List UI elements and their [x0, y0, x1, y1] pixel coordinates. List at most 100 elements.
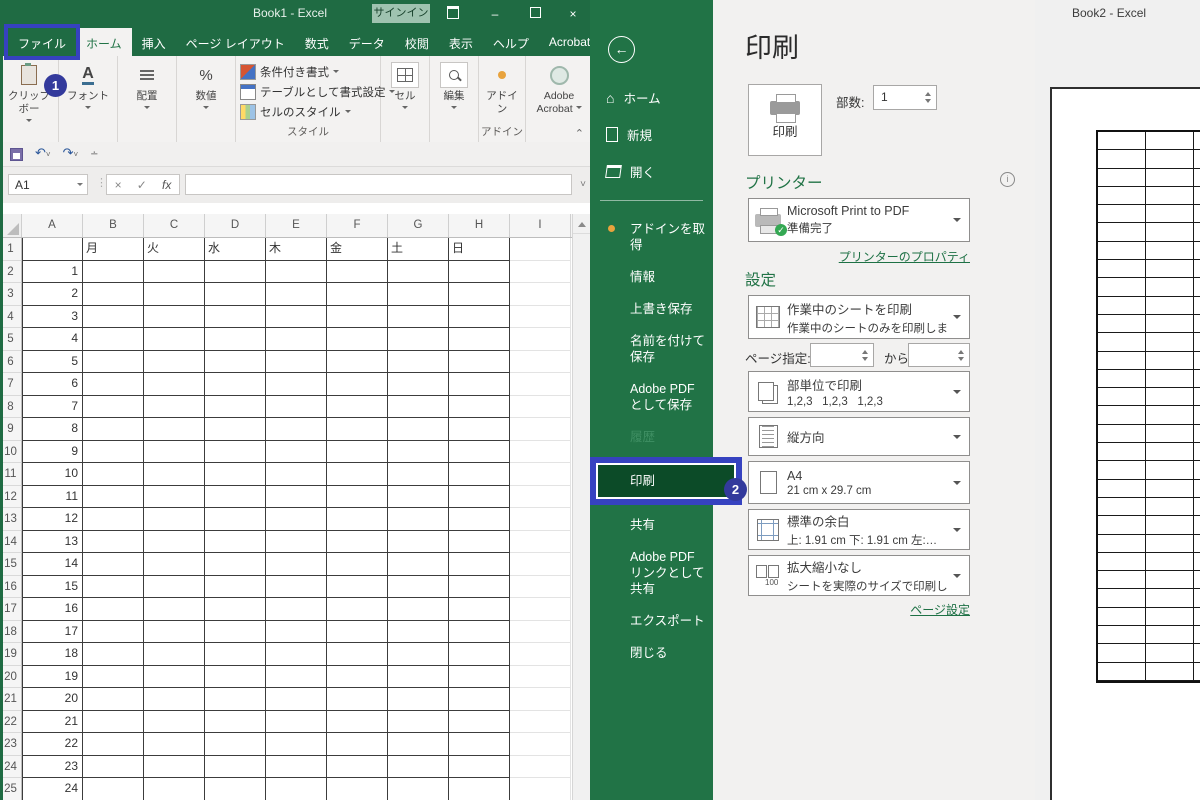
grid-cell[interactable]: [327, 711, 388, 734]
grid-cell[interactable]: 1: [22, 261, 83, 284]
column-header-E[interactable]: E: [266, 214, 327, 237]
grid-cell[interactable]: [449, 643, 510, 666]
grid-cell[interactable]: [266, 756, 327, 779]
minimize-icon[interactable]: –: [480, 6, 510, 22]
pages-to-stepper[interactable]: [908, 343, 970, 367]
sidebar-item-新規[interactable]: 新規: [590, 116, 713, 153]
grid-cell[interactable]: [144, 756, 205, 779]
confirm-entry-icon[interactable]: ✓: [137, 178, 147, 192]
grid-cell[interactable]: 6: [22, 373, 83, 396]
select-all-corner[interactable]: [0, 214, 22, 237]
grid-cell[interactable]: [327, 643, 388, 666]
sidebar-item-閉じる[interactable]: 閉じる: [590, 637, 713, 669]
collapse-ribbon-icon[interactable]: ⌃: [575, 127, 584, 140]
grid-cell[interactable]: [388, 621, 449, 644]
grid-cell[interactable]: [266, 508, 327, 531]
grid-cell[interactable]: 3: [22, 306, 83, 329]
grid-cell[interactable]: [266, 261, 327, 284]
alignment-button[interactable]: 配置: [122, 62, 172, 116]
column-header-A[interactable]: A: [22, 214, 83, 237]
grid-cell[interactable]: [266, 351, 327, 374]
grid-cell[interactable]: [144, 733, 205, 756]
grid-cell[interactable]: 水: [205, 238, 266, 261]
info-icon[interactable]: i: [1000, 172, 1015, 187]
grid-cell[interactable]: [205, 508, 266, 531]
grid-cell[interactable]: [83, 261, 144, 284]
grid-cell[interactable]: [510, 711, 571, 734]
sidebar-item-名前を付けて保存[interactable]: 名前を付けて保存: [590, 325, 713, 373]
grid-cell[interactable]: 月: [83, 238, 144, 261]
grid-cell[interactable]: [388, 778, 449, 800]
grid-cell[interactable]: 8: [22, 418, 83, 441]
tab-校閲[interactable]: 校閲: [395, 28, 439, 56]
grid-cell[interactable]: [327, 441, 388, 464]
row-header-4[interactable]: 4: [0, 306, 22, 329]
name-box-dropdown-icon[interactable]: [77, 183, 83, 189]
grid-cell[interactable]: [327, 328, 388, 351]
grid-cell[interactable]: [510, 351, 571, 374]
grid-cell[interactable]: [449, 733, 510, 756]
grid-cell[interactable]: 9: [22, 441, 83, 464]
grid-cell[interactable]: [510, 238, 571, 261]
sidebar-item-上書き保存[interactable]: 上書き保存: [590, 293, 713, 325]
scroll-up-icon[interactable]: [573, 214, 590, 234]
back-button[interactable]: ←: [608, 36, 635, 63]
cancel-entry-icon[interactable]: ×: [115, 178, 122, 192]
grid-cell[interactable]: [327, 576, 388, 599]
grid-cell[interactable]: [83, 283, 144, 306]
row-header-16[interactable]: 16: [0, 576, 22, 599]
grid-cell[interactable]: [266, 688, 327, 711]
grid-cell[interactable]: [449, 261, 510, 284]
grid-cell[interactable]: [144, 261, 205, 284]
grid-cell[interactable]: [449, 351, 510, 374]
close-icon[interactable]: ×: [558, 6, 588, 22]
grid-cell[interactable]: [449, 396, 510, 419]
grid-cell[interactable]: [510, 418, 571, 441]
column-header-B[interactable]: B: [83, 214, 144, 237]
grid-cell[interactable]: [327, 666, 388, 689]
grid-cell[interactable]: [205, 261, 266, 284]
grid-cell[interactable]: [266, 711, 327, 734]
grid-cell[interactable]: [449, 553, 510, 576]
grid-cell[interactable]: [510, 328, 571, 351]
row-header-10[interactable]: 10: [0, 441, 22, 464]
grid-cell[interactable]: [83, 621, 144, 644]
tab-selected-ホーム[interactable]: ホーム: [76, 28, 132, 56]
grid-cell[interactable]: [510, 396, 571, 419]
tab-file[interactable]: ファイル: [8, 28, 76, 56]
cell-styles-button[interactable]: セルのスタイル: [240, 104, 395, 120]
grid-cell[interactable]: [205, 396, 266, 419]
grid-cell[interactable]: [83, 441, 144, 464]
tab-ページ レイアウト[interactable]: ページ レイアウト: [176, 28, 295, 56]
paper-size-dropdown-icon[interactable]: [953, 481, 961, 489]
page-setup-link[interactable]: ページ設定: [748, 601, 970, 618]
grid-cell[interactable]: [83, 778, 144, 800]
grid-cell[interactable]: 12: [22, 508, 83, 531]
grid-cell[interactable]: [327, 418, 388, 441]
sidebar-item-Adobe PDF リンクとして共有[interactable]: Adobe PDF リンクとして共有: [590, 541, 713, 605]
grid-cell[interactable]: [449, 576, 510, 599]
grid-cell[interactable]: [449, 531, 510, 554]
grid-cell[interactable]: [266, 733, 327, 756]
grid-cell[interactable]: [449, 328, 510, 351]
row-header-13[interactable]: 13: [0, 508, 22, 531]
grid-cell[interactable]: [266, 486, 327, 509]
grid-cell[interactable]: [144, 553, 205, 576]
grid-cell[interactable]: [327, 373, 388, 396]
sidebar-item-印刷-selected[interactable]: 印刷: [596, 463, 736, 499]
grid-cell[interactable]: [266, 418, 327, 441]
grid-cell[interactable]: [388, 283, 449, 306]
grid-cell[interactable]: [83, 688, 144, 711]
grid-cell[interactable]: [83, 598, 144, 621]
grid-cell[interactable]: [144, 328, 205, 351]
grid-cell[interactable]: 7: [22, 396, 83, 419]
row-header-12[interactable]: 12: [0, 486, 22, 509]
grid-cell[interactable]: [266, 553, 327, 576]
sidebar-item-共有[interactable]: 共有: [590, 509, 713, 541]
row-header-8[interactable]: 8: [0, 396, 22, 419]
grid-cell[interactable]: [205, 733, 266, 756]
grid-cell[interactable]: 2: [22, 283, 83, 306]
grid-cell[interactable]: [449, 283, 510, 306]
column-header-I[interactable]: I: [510, 214, 571, 237]
grid-cell[interactable]: 21: [22, 711, 83, 734]
